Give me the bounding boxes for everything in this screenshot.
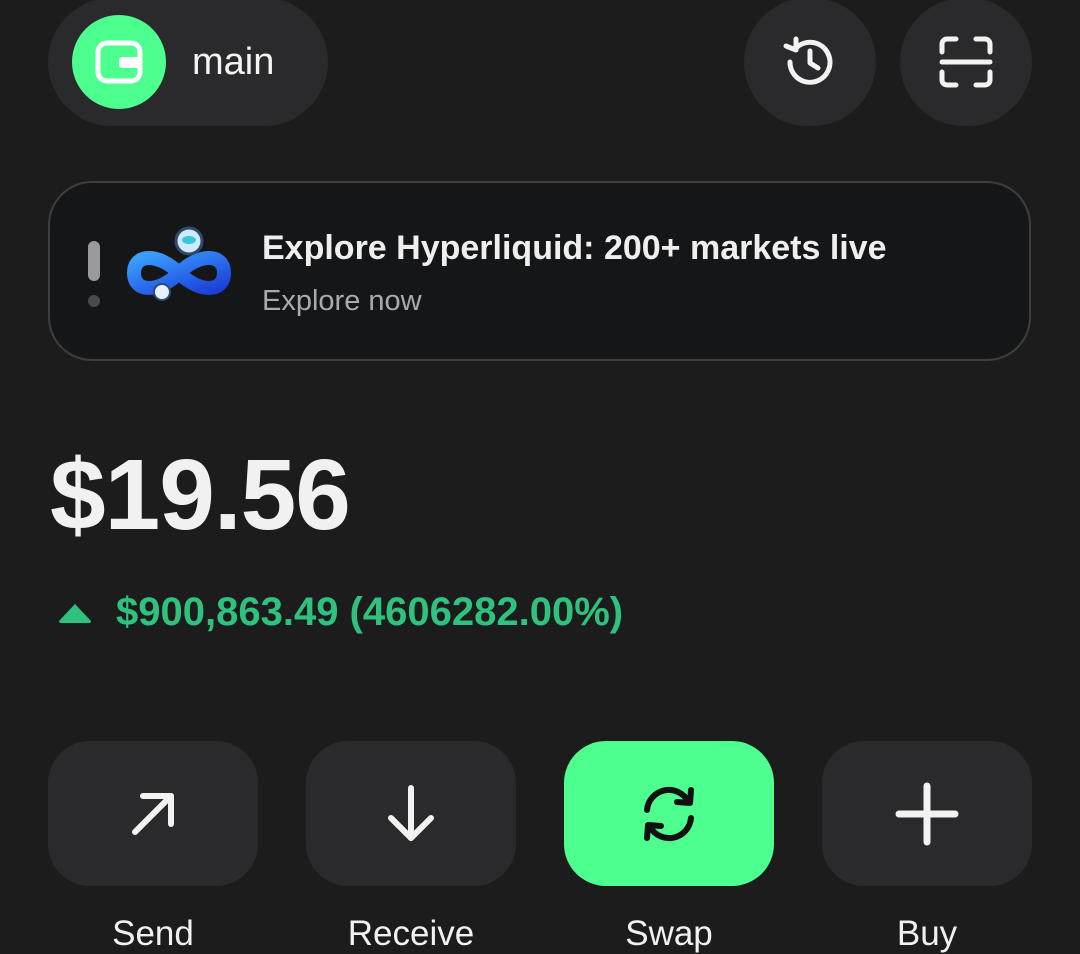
plus-icon <box>895 782 959 845</box>
swap-icon <box>644 786 694 841</box>
wallet-icon <box>72 15 166 109</box>
pager-dot <box>88 295 100 307</box>
portfolio-change-value: $900,863.49 (4606282.00%) <box>116 590 624 634</box>
arrow-up-right-icon <box>132 792 174 835</box>
banner-title: Explore Hyperliquid: 200+ markets live <box>262 229 887 267</box>
promo-banner[interactable]: Explore Hyperliquid: 200+ markets live E… <box>48 181 1031 361</box>
buy-label: Buy <box>896 914 958 953</box>
account-selector[interactable]: main <box>48 0 328 126</box>
portfolio-balance: $19.56 <box>50 439 351 551</box>
account-name: main <box>192 40 275 83</box>
history-button[interactable] <box>744 0 876 126</box>
receive-label: Receive <box>347 914 475 953</box>
pager-dot-active <box>88 241 100 281</box>
swap-label: Swap <box>625 914 713 953</box>
arrow-down-icon <box>388 784 434 841</box>
send-label: Send <box>112 914 194 953</box>
history-icon <box>783 36 833 85</box>
swap-button[interactable] <box>564 741 774 886</box>
wallet-home-screen: main Explore Hyperliquid: 200+ markets l… <box>0 0 1080 954</box>
scan-button[interactable] <box>900 0 1032 126</box>
portfolio-change: $900,863.49 (4606282.00%) <box>56 590 623 635</box>
scan-icon <box>939 36 993 88</box>
buy-button[interactable] <box>822 741 1032 886</box>
receive-button[interactable] <box>306 741 516 886</box>
send-button[interactable] <box>48 741 258 886</box>
banner-pager <box>88 241 100 307</box>
hyperliquid-logo-icon <box>126 226 232 301</box>
triangle-up-icon <box>59 603 91 623</box>
banner-subtitle[interactable]: Explore now <box>262 285 422 318</box>
